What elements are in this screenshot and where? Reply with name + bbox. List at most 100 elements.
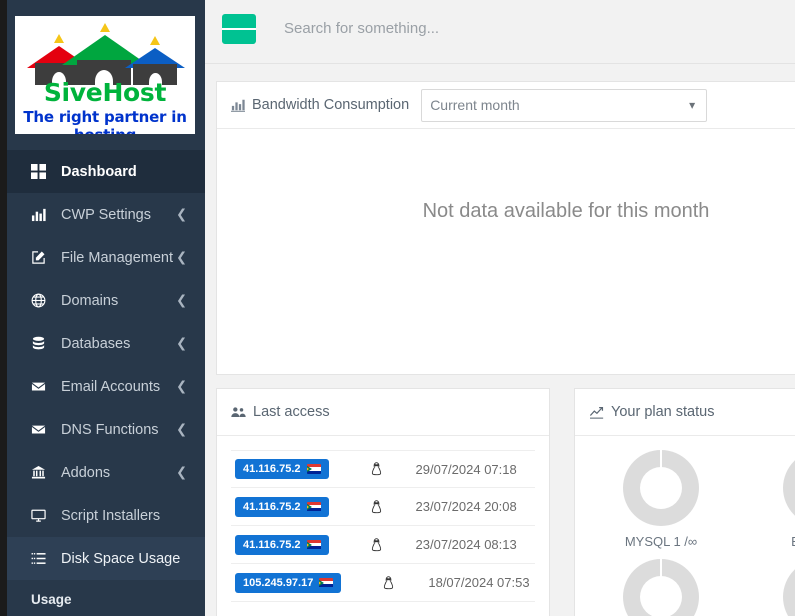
sidebar-item-disk-space-usage[interactable]: Disk Space Usage [7,537,205,580]
ip-badge[interactable]: 41.116.75.2 [235,534,329,555]
bandwidth-panel: Bandwidth Consumption Current month ▾ No… [216,81,795,375]
finial-right-icon [150,36,160,45]
chevron-left-icon: ❮ [176,465,187,480]
last-access-datetime: 29/07/2024 07:18 [415,461,517,477]
sidebar-item-dns-functions[interactable]: DNS Functions ❮ [7,408,205,451]
sidebar-item-domains[interactable]: Domains ❮ [7,279,205,322]
sidebar-nav: Dashboard CWP Settings ❮ File Management… [7,150,205,607]
last-access-row: 41.116.75.2 23/07/2024 08:13 [231,526,535,564]
sidebar-item-file-management[interactable]: File Management ❮ [7,236,205,279]
hamburger-icon-bar [222,27,234,30]
last-access-row: 41.116.75.2 29/07/2024 07:18 [231,450,535,488]
linux-icon [371,462,382,476]
left-rail [0,0,7,616]
chevron-left-icon: ❮ [176,336,187,351]
brand-logo[interactable]: SiveHost The right partner in hosting [15,12,197,142]
ip-badge[interactable]: 41.116.75.2 [235,459,329,479]
finial-center-icon [100,23,110,32]
bandwidth-empty-message: Not data available for this month [422,200,710,222]
globe-icon [31,293,55,308]
line-chart-icon [589,405,604,419]
sidebar-item-label: DNS Functions [61,421,159,438]
app-root: SiveHost The right partner in hosting Da… [0,0,795,616]
linux-icon [383,575,394,590]
sidebar-item-cwp-settings[interactable]: CWP Settings ❮ [7,193,205,236]
sidebar-item-script-installers[interactable]: Script Installers [7,494,205,537]
linux-icon [371,537,382,552]
sidebar-item-label: Addons [61,464,111,481]
donut-chart [783,450,795,526]
monitor-icon [31,508,55,523]
last-access-panel-header: Last access [217,389,549,436]
list-check-icon [31,551,55,566]
last-access-panel: Last access 41.116.75.2 29/07/2024 07:18… [216,388,550,616]
chevron-left-icon: ❮ [176,250,187,265]
last-access-datetime: 23/07/2024 08:13 [415,537,517,552]
sidebar-item-label: File Management [61,249,174,266]
sidebar: SiveHost The right partner in hosting Da… [7,0,205,616]
users-icon [231,405,246,419]
za-flag-icon [306,464,321,474]
hamburger-icon-bar [244,27,256,30]
sidebar-item-dashboard[interactable]: Dashboard [7,150,205,193]
last-access-row: 41.116.75.2 23/07/2024 20:08 [231,488,535,526]
brand-name: SiveHost [43,78,167,107]
last-access-list: 41.116.75.2 29/07/2024 07:18 41.116.75.2 [217,436,549,602]
sidebar-section-usage: Usage [31,592,72,607]
sidebar-item-label: CWP Settings [61,206,151,223]
plan-metric-label: MYSQL 1 /∞ [624,534,698,549]
header-divider [205,63,795,64]
bandwidth-period-select[interactable]: Current month [421,88,708,122]
ip-address: 105.245.97.17 [243,576,314,589]
chevron-left-icon: ❮ [176,422,187,437]
ip-badge[interactable]: 105.245.97.17 [235,572,342,593]
donut-chart [783,559,795,616]
last-access-datetime: 18/07/2024 07:53 [428,575,530,590]
sidebar-item-email-accounts[interactable]: Email Accounts ❮ [7,365,205,408]
bar-chart-icon [31,207,55,222]
top-header [205,0,795,57]
brand-tagline: The right partner in hosting [23,108,187,134]
plan-status-panel-title: Your plan status [611,404,715,420]
chevron-left-icon: ❮ [176,293,187,308]
ip-address: 41.116.75.2 [243,500,301,513]
last-access-panel-title: Last access [253,404,330,420]
bar-chart-icon [231,98,245,112]
donut-gap [660,450,662,468]
search-input[interactable] [284,20,704,37]
bandwidth-period-select-wrap: Current month ▾ [409,88,708,122]
database-icon [31,336,55,351]
bank-icon [31,465,55,480]
za-flag-icon [319,577,334,588]
plan-metric-mysql: MYSQL 1 /∞ [581,450,741,549]
sidebar-item-label: Databases [61,335,131,352]
ip-address: 41.116.75.2 [243,538,301,551]
donut-chart [623,450,699,526]
ip-badge[interactable]: 41.116.75.2 [235,496,329,517]
sidebar-item-addons[interactable]: Addons ❮ [7,451,205,494]
plan-metric-three [581,559,741,616]
plan-status-panel-header: Your plan status [575,389,795,436]
linux-icon [371,499,382,514]
plan-status-panel: Your plan status MYSQL 1 /∞ Email 2 /∞ [574,388,795,616]
bandwidth-panel-header: Bandwidth Consumption Current month ▾ [217,82,795,129]
plan-status-donut-grid: MYSQL 1 /∞ Email 2 /∞ [575,436,795,616]
chevron-left-icon: ❮ [176,379,187,394]
grid-icon [31,164,55,179]
envelope-icon [31,379,55,394]
sidebar-top-strip [7,0,205,6]
sidebar-item-label: Email Accounts [61,378,161,395]
sidebar-item-databases[interactable]: Databases ❮ [7,322,205,365]
hamburger-icon-bar [233,27,245,30]
last-access-datetime: 23/07/2024 20:08 [415,499,517,514]
plan-metric-label: Email 2 /∞ [791,534,795,549]
za-flag-icon [306,501,321,512]
logo-card: SiveHost The right partner in hosting [15,16,195,134]
bandwidth-panel-title: Bandwidth Consumption [252,97,410,113]
menu-toggle-button[interactable] [222,13,256,44]
za-flag-icon [306,539,321,550]
sidebar-item-label: Script Installers [61,507,161,524]
sidebar-item-label: Domains [61,292,119,309]
envelope-icon [31,422,55,437]
sidebar-item-label: Disk Space Usage [61,550,181,567]
